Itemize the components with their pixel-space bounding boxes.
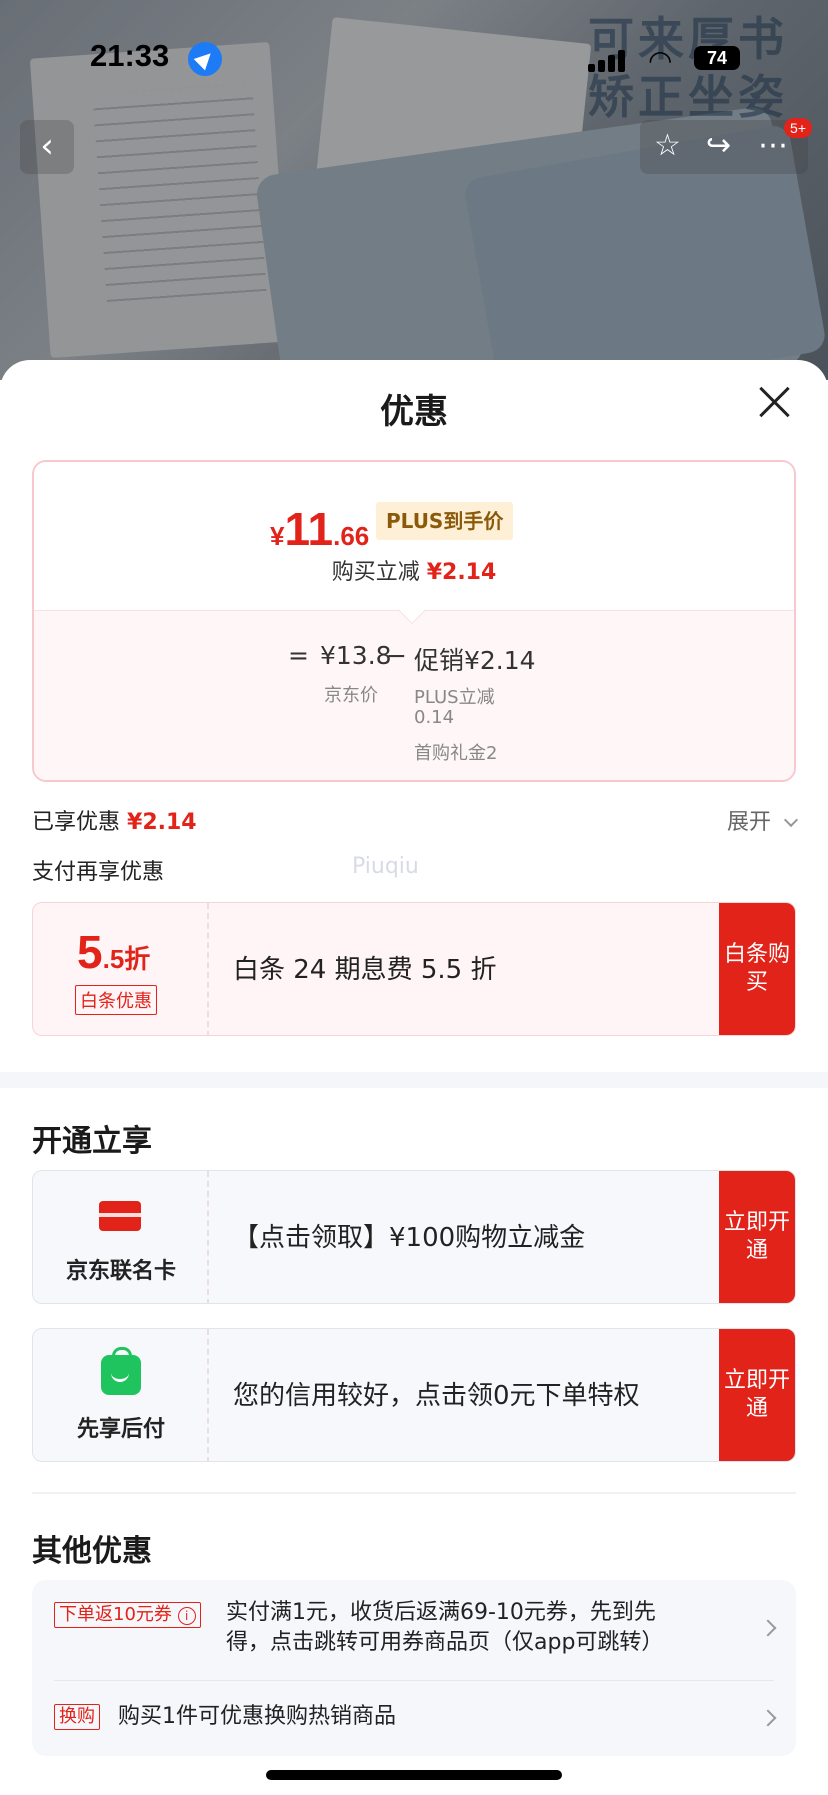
- divider-line: [32, 1492, 796, 1494]
- minus-sign: −: [386, 641, 407, 670]
- pay-more-label: 支付再享优惠: [32, 860, 165, 885]
- battery-icon: 74: [694, 46, 740, 70]
- baitiao-discount-small: .5折: [102, 944, 151, 974]
- notification-badge: 5+: [784, 118, 812, 138]
- exchange-tag: 换购: [54, 1704, 100, 1730]
- nav-actions: ☆ ↪ ⋯: [640, 120, 808, 174]
- chevron-right-icon: [759, 1709, 777, 1727]
- cobrand-card-desc: 【点击领取】¥100购物立减金: [233, 1223, 586, 1253]
- open-section-title: 开通立享: [32, 1124, 152, 1159]
- direct-cut-label: 购买立减: [331, 560, 420, 585]
- exchange-text: 购买1件可优惠换购热销商品: [118, 1704, 396, 1729]
- promo-detail-first-buy: 首购礼金2: [414, 743, 498, 764]
- close-icon[interactable]: [758, 386, 790, 418]
- watermark: Piuqiu: [352, 854, 419, 879]
- status-bar: 21:33 ◠ 74: [0, 30, 828, 84]
- baitiao-desc: 白条 24 期息费 5.5 折: [233, 955, 497, 985]
- direct-cut-line: 购买立减 ¥2.14: [34, 554, 794, 586]
- card-icon: [99, 1201, 141, 1231]
- cobrand-card-label: 京东联名卡: [65, 1259, 176, 1284]
- baitiao-discount-block: 5.5折 白条优惠: [33, 903, 209, 1035]
- expand-label: 展开: [726, 810, 771, 835]
- star-icon[interactable]: ☆: [654, 128, 681, 163]
- plus-price-tag: PLUS到手价: [376, 502, 514, 540]
- info-icon: i: [177, 1607, 196, 1625]
- share-icon[interactable]: ↪: [706, 128, 731, 163]
- pay-later-block: 先享后付: [33, 1329, 209, 1461]
- chevron-down-icon: [783, 812, 799, 828]
- expand-button[interactable]: 展开: [726, 804, 799, 836]
- promo-amount: 促销¥2.14: [414, 646, 536, 675]
- pay-later-label: 先享后付: [76, 1417, 165, 1442]
- section-divider: [0, 1072, 828, 1088]
- base-price: ¥13.8: [320, 641, 392, 670]
- status-time: 21:33: [90, 38, 170, 73]
- cobrand-card-block: 京东联名卡: [33, 1171, 209, 1303]
- other-section-title: 其他优惠: [32, 1534, 152, 1569]
- baitiao-tag: 白条优惠: [75, 985, 157, 1015]
- price-decimal: .66: [333, 521, 370, 551]
- chevron-right-icon: [759, 1619, 777, 1637]
- promo-detail-plus-value: 0.14: [414, 707, 455, 728]
- other-offer-rebate[interactable]: 下单返10元券 i 实付满1元，收货后返满69-10元券，先到先 得，点击跳转可…: [32, 1580, 796, 1680]
- enjoyed-value: ¥2.14: [127, 810, 197, 835]
- rebate-text-line2: 得，点击跳转可用券商品页（仅app可跳转）: [226, 1630, 664, 1655]
- open-cobrand-card-button[interactable]: 立即开通: [719, 1171, 795, 1303]
- price-card: ¥11.66 PLUS到手价 购买立减 ¥2.14 = ¥13.8 京东价 − …: [32, 460, 796, 782]
- baitiao-coupon[interactable]: 5.5折 白条优惠 白条 24 期息费 5.5 折 白条购买: [32, 902, 796, 1036]
- baitiao-discount-big: 5: [77, 926, 103, 978]
- rebate-tag-label: 下单返10元券: [59, 1604, 172, 1625]
- price-breakdown: = ¥13.8 京东价 − 促销¥2.14 PLUS立减 0.14 首购礼金2: [34, 610, 794, 780]
- other-offers-box: 下单返10元券 i 实付满1元，收货后返满69-10元券，先到先 得，点击跳转可…: [32, 1580, 796, 1756]
- equals-sign: =: [288, 641, 309, 670]
- rebate-text-line1: 实付满1元，收货后返满69-10元券，先到先: [226, 1600, 656, 1625]
- discount-sheet: 优惠 ¥11.66 PLUS到手价 购买立减 ¥2.14 = ¥13.8 京东价…: [0, 360, 828, 1795]
- back-icon[interactable]: ‹: [20, 120, 74, 174]
- other-offer-exchange[interactable]: 换购 购买1件可优惠换购热销商品: [32, 1680, 796, 1756]
- home-indicator[interactable]: [266, 1770, 562, 1780]
- final-price: ¥11.66: [270, 502, 369, 556]
- wifi-icon: ◠: [648, 44, 673, 77]
- price-integer: 11: [284, 503, 334, 555]
- price-summary: ¥11.66 PLUS到手价 购买立减 ¥2.14: [34, 462, 794, 610]
- price-currency: ¥: [270, 521, 285, 551]
- promo-detail-plus: PLUS立减: [414, 687, 495, 708]
- direct-cut-value: ¥2.14: [426, 560, 497, 585]
- sheet-title: 优惠: [380, 392, 448, 432]
- signal-icon: [588, 50, 628, 72]
- open-pay-later-button[interactable]: 立即开通: [719, 1329, 795, 1461]
- enjoyed-label: 已享优惠: [32, 810, 121, 835]
- enjoyed-discount: 已享优惠 ¥2.14: [32, 804, 197, 836]
- baitiao-discount: 5.5折: [77, 925, 150, 979]
- jd-cobrand-card-offer[interactable]: 京东联名卡 【点击领取】¥100购物立减金 立即开通: [32, 1170, 796, 1304]
- more-icon[interactable]: ⋯: [758, 128, 788, 163]
- rebate-tag: 下单返10元券 i: [54, 1602, 201, 1628]
- pay-later-offer[interactable]: 先享后付 您的信用较好，点击领0元下单特权 立即开通: [32, 1328, 796, 1462]
- pay-later-desc: 您的信用较好，点击领0元下单特权: [233, 1381, 640, 1411]
- base-price-label: 京东价: [324, 685, 378, 706]
- baitiao-buy-button[interactable]: 白条购买: [719, 903, 795, 1035]
- bag-icon: [101, 1347, 141, 1395]
- location-arrow-icon: [188, 42, 222, 76]
